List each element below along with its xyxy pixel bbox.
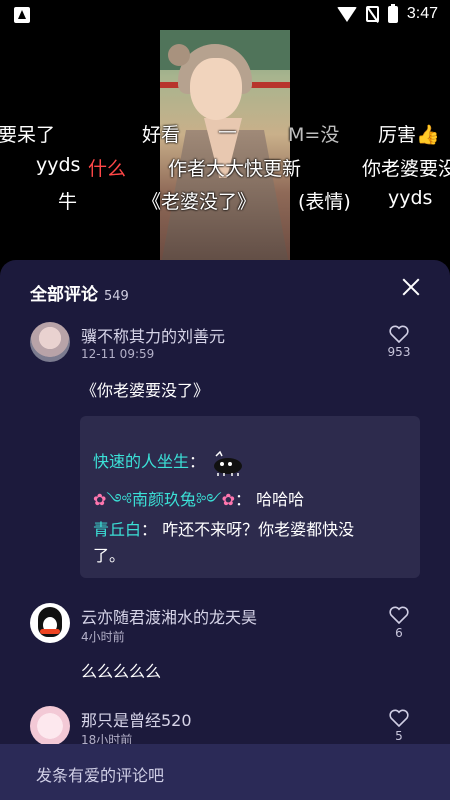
status-bar: 3:47 <box>0 0 450 30</box>
comment-time: 12-11 09:59 <box>81 347 155 361</box>
like-count: 953 <box>387 345 411 359</box>
danmaku-item: 什么 <box>88 158 127 180</box>
close-icon[interactable] <box>400 276 422 298</box>
danmaku-item: 厉害👍 <box>378 124 440 146</box>
avatar[interactable] <box>30 706 70 746</box>
like-count: 6 <box>395 626 403 640</box>
comments-title: 全部评论 <box>30 285 98 305</box>
flower-icon: ✿ <box>221 490 236 509</box>
danmaku-item: 作者大大快更新 <box>168 158 302 180</box>
danmaku-item: M=没 <box>288 124 340 146</box>
comment-item: 骥不称其力的刘善元 12-11 09:59 953 《你老婆要没了》 快速的人坐… <box>0 322 450 642</box>
comment-username[interactable]: 云亦随君渡湘水的龙天昊 <box>81 604 257 628</box>
no-sim-icon <box>365 6 379 22</box>
comment-time: 4小时前 <box>81 630 125 644</box>
like-count: 5 <box>395 729 403 743</box>
reply-line: 了。 <box>93 546 126 565</box>
danmaku-item: 《老婆没了》 <box>142 191 257 213</box>
like-button[interactable]: 6 <box>384 606 414 640</box>
wifi-icon <box>336 6 357 22</box>
avatar[interactable] <box>30 603 70 643</box>
danmaku-item: (表情) <box>298 191 351 213</box>
comment-input[interactable]: 发条有爱的评论吧 <box>36 762 164 786</box>
like-button[interactable]: 5 <box>384 709 414 743</box>
app-notification-icon <box>14 7 30 23</box>
status-time: 3:47 <box>406 5 438 22</box>
heart-icon <box>389 606 409 624</box>
danmaku-item: — <box>218 120 237 142</box>
reply-username: 快速的人坐生 <box>93 452 190 471</box>
comment-item: 云亦随君渡湘水的龙天昊 4小时前 6 么么么么么 <box>0 603 450 703</box>
status-icons: 3:47 <box>336 3 438 23</box>
danmaku-item: 要呆了 <box>0 124 56 146</box>
sticker-icon <box>210 450 244 476</box>
danmaku-item: 牛 <box>58 191 78 213</box>
avatar[interactable] <box>30 322 70 362</box>
flower-icon: ✿ <box>93 490 107 509</box>
quoted-replies[interactable]: 快速的人坐生： ✿༺南颜玖兔༻✿： 哈哈哈 青丘白： 咋还不来呀？你老婆都快没 <box>80 416 420 578</box>
reply-line: 青丘白： 咋还不来呀？你老婆都快没 <box>93 520 355 539</box>
danmaku-item: yyds <box>388 187 433 209</box>
danmaku-item: 好看 <box>142 124 181 146</box>
comment-text: 么么么么么 <box>81 662 162 681</box>
danmaku-item: 你老婆要没 <box>362 158 450 180</box>
comments-header: 全部评论 549 <box>30 280 129 305</box>
reply-line: 快速的人坐生： <box>93 448 244 476</box>
reply-username: ༺南颜玖兔༻ <box>106 490 222 509</box>
comment-username[interactable]: 骥不称其力的刘善元 <box>81 323 225 347</box>
comment-text: 《你老婆要没了》 <box>81 381 210 400</box>
comments-count: 549 <box>104 289 129 304</box>
comments-panel: 全部评论 549 骥不称其力的刘善元 12-11 09:59 953 《你老婆要… <box>0 260 450 800</box>
reply-username: 青丘白 <box>93 520 142 539</box>
danmaku-item: yyds <box>36 154 81 176</box>
battery-icon <box>387 3 398 23</box>
heart-icon <box>389 325 409 343</box>
comment-input-bar[interactable]: 发条有爱的评论吧 <box>0 744 450 800</box>
heart-icon <box>389 709 409 727</box>
comment-username[interactable]: 那只是曾经520 <box>81 707 192 731</box>
like-button[interactable]: 953 <box>384 325 414 359</box>
